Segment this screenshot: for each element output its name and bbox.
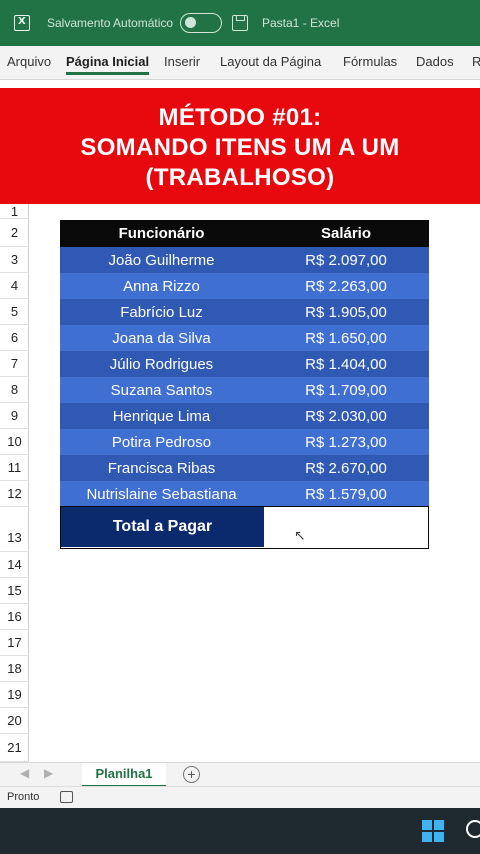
row-header-5[interactable]: 5 <box>0 299 29 325</box>
sheet-tab-planilha1[interactable]: Planilha1 <box>82 763 166 787</box>
row-header-18[interactable]: 18 <box>0 656 29 682</box>
employee-salary[interactable]: R$ 2.030,00 <box>263 408 429 425</box>
table-row[interactable]: Anna Rizzo R$ 2.263,00 <box>60 273 429 299</box>
tab-inserir[interactable]: Inserir <box>164 54 200 69</box>
table-row[interactable]: João Guilherme R$ 2.097,00 <box>60 247 429 273</box>
row-header-14[interactable]: 14 <box>0 552 29 578</box>
row-header-10[interactable]: 10 <box>0 429 29 455</box>
row-header-4[interactable]: 4 <box>0 273 29 299</box>
mouse-cursor-icon: ↖ <box>294 528 306 544</box>
table-row[interactable]: Potira Pedroso R$ 1.273,00 <box>60 429 429 455</box>
tab-partial[interactable]: R <box>472 54 480 69</box>
row-header-21[interactable]: 21 <box>0 734 29 762</box>
toggle-knob <box>185 17 196 28</box>
sheet-tabs-bar: ◀ ▶ Planilha1 + <box>0 762 480 787</box>
save-icon[interactable] <box>232 15 248 31</box>
employee-salary[interactable]: R$ 2.263,00 <box>263 278 429 295</box>
tab-dados[interactable]: Dados <box>416 54 454 69</box>
employee-salary[interactable]: R$ 2.097,00 <box>263 252 429 269</box>
employee-salary[interactable]: R$ 1.579,00 <box>263 486 429 503</box>
table-row[interactable]: Júlio Rodrigues R$ 1.404,00 <box>60 351 429 377</box>
status-text: Pronto <box>7 791 40 803</box>
next-sheet-icon[interactable]: ▶ <box>44 766 53 780</box>
excel-icon <box>14 15 30 31</box>
windows-start-icon[interactable] <box>422 820 445 843</box>
row-header-3[interactable]: 3 <box>0 247 29 273</box>
row-header-11[interactable]: 11 <box>0 455 29 481</box>
table-row[interactable]: Henrique Lima R$ 2.030,00 <box>60 403 429 429</box>
tab-layout-da-pagina[interactable]: Layout da Página <box>220 54 321 69</box>
table-row[interactable]: Francisca Ribas R$ 2.670,00 <box>60 455 429 481</box>
header-funcionario[interactable]: Funcionário <box>60 225 263 242</box>
banner-line-3: (TRABALHOSO) <box>145 164 335 191</box>
employee-salary[interactable]: R$ 1.650,00 <box>263 330 429 347</box>
table-row[interactable]: Suzana Santos R$ 1.709,00 <box>60 377 429 403</box>
title-banner: MÉTODO #01: SOMANDO ITENS UM A UM (TRABA… <box>0 88 480 204</box>
employee-name[interactable]: Anna Rizzo <box>60 278 263 295</box>
taskbar <box>0 808 480 854</box>
total-label[interactable]: Total a Pagar <box>61 507 264 547</box>
row-header-12[interactable]: 12 <box>0 481 29 507</box>
worksheet-grid[interactable]: 1 2 3 4 5 6 7 8 9 10 11 12 13 14 15 16 1… <box>0 204 480 762</box>
table-header: Funcionário Salário <box>60 220 429 247</box>
row-header-6[interactable]: 6 <box>0 325 29 351</box>
row-header-13[interactable]: 13 <box>0 507 29 552</box>
table-row[interactable]: Fabrício Luz R$ 1.905,00 <box>60 299 429 325</box>
employee-name[interactable]: Nutrislaine Sebastiana <box>60 486 263 503</box>
employee-name[interactable]: Fabrício Luz <box>60 304 263 321</box>
employee-salary[interactable]: R$ 1.905,00 <box>263 304 429 321</box>
employee-salary[interactable]: R$ 1.273,00 <box>263 434 429 451</box>
row-header-15[interactable]: 15 <box>0 578 29 604</box>
tab-formulas[interactable]: Fórmulas <box>343 54 397 69</box>
employee-name[interactable]: Henrique Lima <box>60 408 263 425</box>
employee-name[interactable]: João Guilherme <box>60 252 263 269</box>
banner-line-1: MÉTODO #01: <box>158 104 322 131</box>
prev-sheet-icon[interactable]: ◀ <box>20 766 29 780</box>
row-header-16[interactable]: 16 <box>0 604 29 630</box>
table-row[interactable]: Joana da Silva R$ 1.650,00 <box>60 325 429 351</box>
status-bar: Pronto <box>0 786 480 808</box>
autosave-toggle[interactable] <box>180 13 222 33</box>
row-header-1[interactable]: 1 <box>0 204 29 219</box>
table-row[interactable]: Nutrislaine Sebastiana R$ 1.579,00 <box>60 481 429 507</box>
document-title: Pasta1 - Excel <box>262 16 340 30</box>
tab-pagina-inicial[interactable]: Página Inicial <box>66 54 150 75</box>
employee-name[interactable]: Francisca Ribas <box>60 460 263 477</box>
employee-name[interactable]: Potira Pedroso <box>60 434 263 451</box>
banner-line-2: SOMANDO ITENS UM A UM <box>80 134 400 161</box>
row-header-2[interactable]: 2 <box>0 219 29 247</box>
employee-name[interactable]: Suzana Santos <box>60 382 263 399</box>
title-bar: Salvamento Automático Pasta1 - Excel <box>0 0 480 46</box>
employee-salary[interactable]: R$ 1.404,00 <box>263 356 429 373</box>
autosave-label: Salvamento Automático <box>47 16 174 30</box>
row-header-7[interactable]: 7 <box>0 351 29 377</box>
header-salario[interactable]: Salário <box>263 225 429 242</box>
row-header-9[interactable]: 9 <box>0 403 29 429</box>
ribbon-tabs: Arquivo Página Inicial Inserir Layout da… <box>0 46 480 80</box>
row-header-8[interactable]: 8 <box>0 377 29 403</box>
taskbar-search-icon[interactable] <box>466 820 480 838</box>
accessibility-icon[interactable] <box>60 791 73 803</box>
add-sheet-button[interactable]: + <box>183 766 200 783</box>
row-header-20[interactable]: 20 <box>0 708 29 734</box>
total-row[interactable]: Total a Pagar <box>60 506 429 549</box>
row-header-17[interactable]: 17 <box>0 630 29 656</box>
row-header-19[interactable]: 19 <box>0 682 29 708</box>
tab-arquivo[interactable]: Arquivo <box>7 54 51 69</box>
employee-name[interactable]: Júlio Rodrigues <box>60 356 263 373</box>
employee-salary[interactable]: R$ 1.709,00 <box>263 382 429 399</box>
employee-name[interactable]: Joana da Silva <box>60 330 263 347</box>
employee-salary[interactable]: R$ 2.670,00 <box>263 460 429 477</box>
row-headers: 1 2 3 4 5 6 7 8 9 10 11 12 13 14 15 16 1… <box>0 204 29 762</box>
